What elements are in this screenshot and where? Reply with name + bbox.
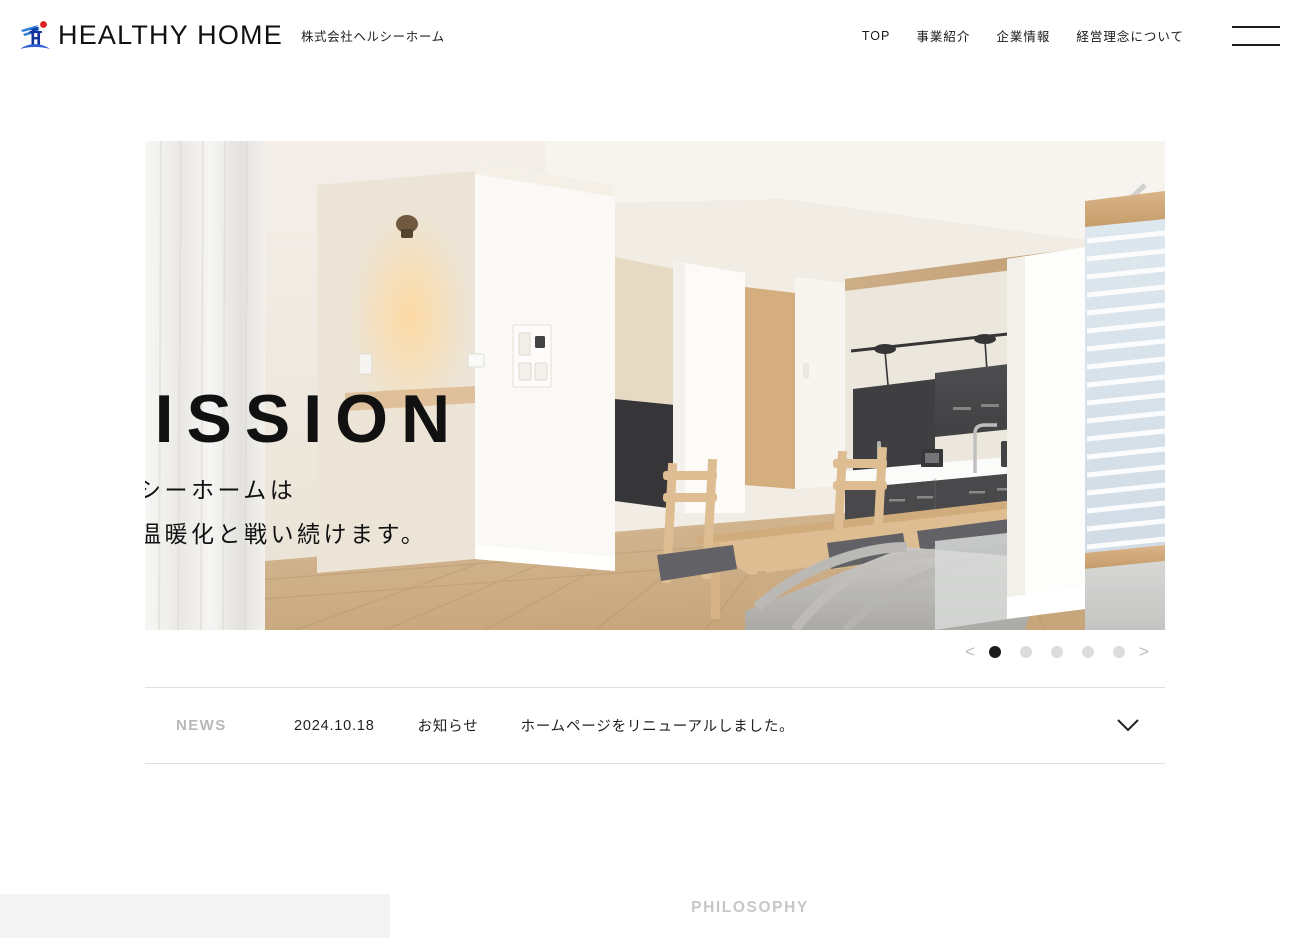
- hero-interior-image: [145, 141, 1165, 630]
- nav-item-company[interactable]: 企業情報: [996, 26, 1050, 45]
- carousel-dot-5[interactable]: [1113, 646, 1125, 658]
- carousel-dots: [989, 646, 1125, 658]
- carousel-controls: < >: [145, 636, 1165, 668]
- carousel-prev-button[interactable]: <: [957, 642, 983, 662]
- brand-name: HEALTHY HOME: [58, 20, 283, 50]
- brand-subtitle: 株式会社ヘルシーホーム: [300, 30, 445, 44]
- carousel-dot-1[interactable]: [989, 646, 1001, 658]
- site-header: HEALTHY HOME 株式会社ヘルシーホーム TOP 事業紹介 企業情報 経…: [0, 0, 1310, 71]
- news-label: NEWS: [176, 717, 227, 734]
- carousel-dot-4[interactable]: [1082, 646, 1094, 658]
- hero-slider[interactable]: MISSION ヘルシーホームは 地球温暖化と戦い続けます。: [145, 141, 1165, 630]
- news-title: ホームページをリニューアルしました。: [520, 719, 795, 735]
- chevron-down-icon[interactable]: [1113, 711, 1143, 741]
- news-bar[interactable]: NEWS 2024.10.18 お知らせ ホームページをリニューアルしました。: [145, 687, 1165, 764]
- nav-item-philosophy[interactable]: 経営理念について: [1076, 26, 1184, 45]
- hamburger-line-2: [1232, 43, 1280, 46]
- house-bird-logo-icon: [18, 18, 52, 54]
- nav-item-business[interactable]: 事業紹介: [916, 26, 970, 45]
- news-category: お知らせ: [417, 719, 479, 735]
- carousel-dot-3[interactable]: [1051, 646, 1063, 658]
- carousel-dot-2[interactable]: [1020, 646, 1032, 658]
- main-navigation: TOP 事業紹介 企業情報 経営理念について: [862, 25, 1280, 46]
- nav-item-top[interactable]: TOP: [862, 29, 890, 43]
- hamburger-line-1: [1232, 25, 1280, 28]
- carousel-next-button[interactable]: >: [1131, 642, 1157, 662]
- hamburger-menu-icon[interactable]: [1232, 25, 1280, 46]
- brand-logo[interactable]: HEALTHY HOME 株式会社ヘルシーホーム: [18, 18, 445, 54]
- news-date: 2024.10.18: [294, 717, 375, 734]
- philosophy-section-title: PHILOSOPHY: [691, 899, 809, 916]
